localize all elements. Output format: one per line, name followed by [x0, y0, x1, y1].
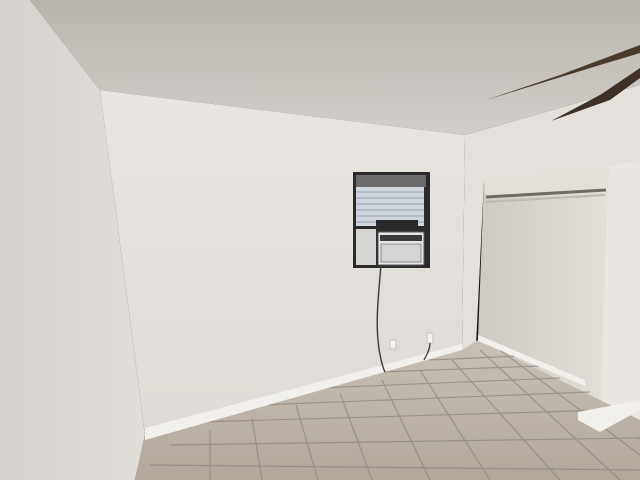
- air-conditioner: [376, 220, 425, 266]
- room-photo: [0, 0, 640, 480]
